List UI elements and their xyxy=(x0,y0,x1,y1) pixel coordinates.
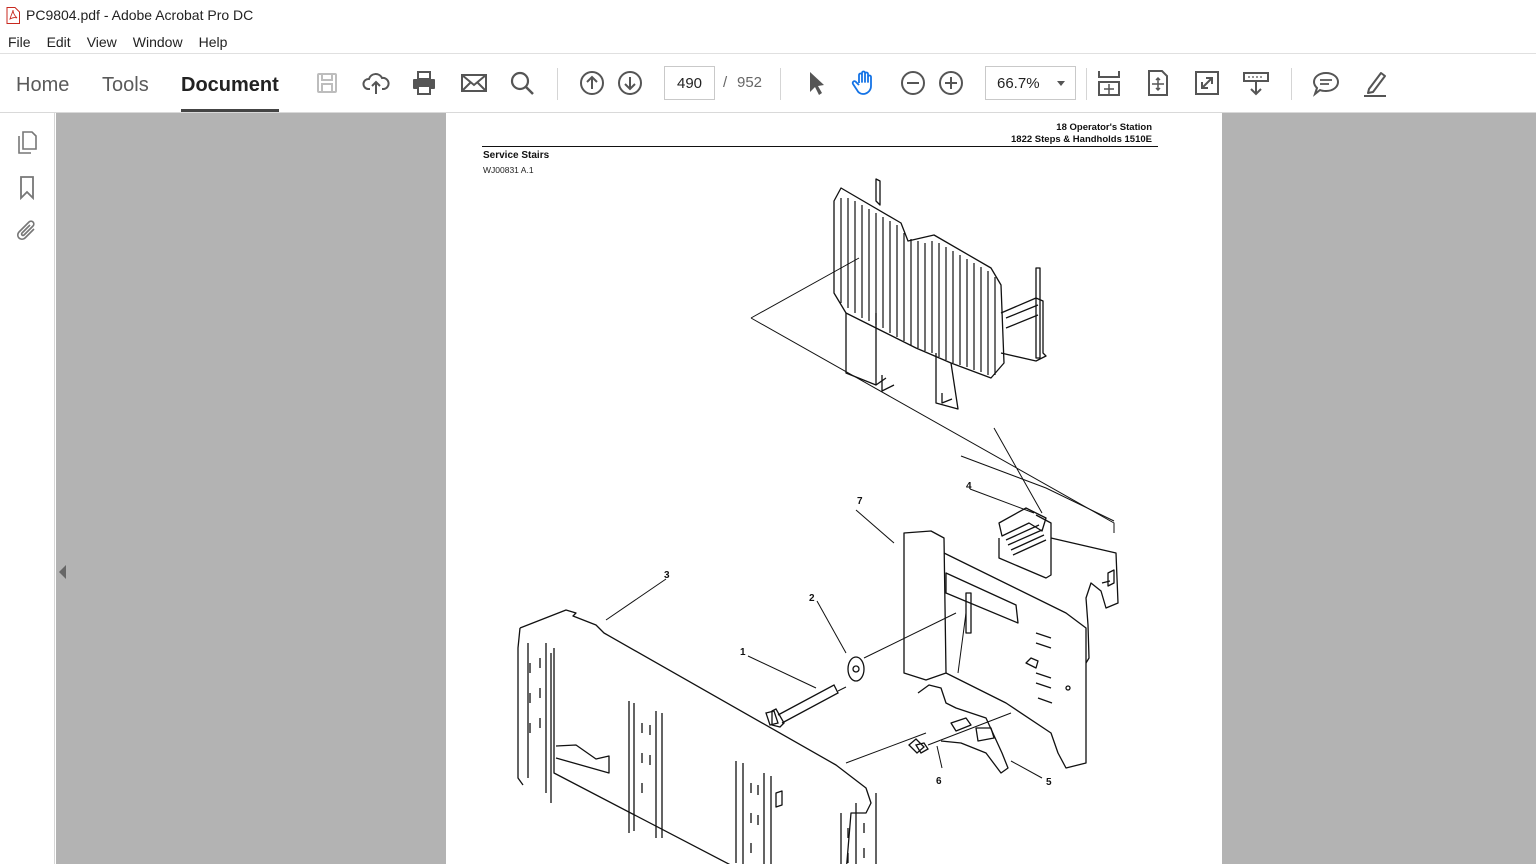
main-toolbar: Home Tools Document / 952 66.7% xyxy=(0,55,1536,113)
highlight-pen-icon[interactable] xyxy=(1359,67,1391,99)
fullscreen-icon[interactable] xyxy=(1191,67,1223,99)
tab-tools[interactable]: Tools xyxy=(102,71,149,111)
document-viewer[interactable]: 18 Operator's Station 1822 Steps & Handh… xyxy=(56,113,1536,864)
callout-3: 3 xyxy=(664,570,670,581)
pages-icon[interactable] xyxy=(12,127,42,157)
attachment-icon[interactable] xyxy=(12,215,42,245)
zoom-in-icon[interactable] xyxy=(935,67,967,99)
callout-4: 4 xyxy=(966,481,972,492)
menu-file[interactable]: File xyxy=(0,30,39,54)
collapse-panel-arrow-icon[interactable] xyxy=(59,565,66,579)
callout-1: 1 xyxy=(740,647,746,658)
lower-stair-frame xyxy=(517,609,877,864)
pdf-page: 18 Operator's Station 1822 Steps & Handh… xyxy=(446,113,1222,864)
mounting-plate xyxy=(903,530,1087,774)
zoom-dropdown[interactable]: 66.7% xyxy=(985,66,1076,100)
save-icon[interactable] xyxy=(311,67,343,99)
page-up-icon[interactable] xyxy=(576,67,608,99)
callout-2: 2 xyxy=(809,593,815,604)
menu-help[interactable]: Help xyxy=(191,30,236,54)
print-icon[interactable] xyxy=(408,67,440,99)
callout-5: 5 xyxy=(1046,777,1052,788)
callout-6: 6 xyxy=(936,776,942,787)
email-icon[interactable] xyxy=(458,67,490,99)
menu-bar: File Edit View Window Help xyxy=(0,30,1536,54)
upper-grating-platform xyxy=(833,178,1047,410)
cloud-upload-icon[interactable] xyxy=(360,67,392,99)
select-arrow-icon[interactable] xyxy=(800,67,832,99)
pdf-file-icon xyxy=(6,6,20,24)
menu-view[interactable]: View xyxy=(79,30,125,54)
read-mode-icon[interactable] xyxy=(1240,67,1272,99)
callout-7: 7 xyxy=(857,496,863,507)
menu-window[interactable]: Window xyxy=(125,30,191,54)
title-bar: PC9804.pdf - Adobe Acrobat Pro DC xyxy=(0,0,1536,30)
menu-edit[interactable]: Edit xyxy=(39,30,79,54)
comment-icon[interactable] xyxy=(1310,67,1342,99)
handrail-bracket xyxy=(998,507,1119,664)
tab-home[interactable]: Home xyxy=(16,71,69,111)
page-number-input[interactable] xyxy=(664,66,715,100)
scroll-mode-icon[interactable] xyxy=(1093,67,1125,99)
left-navigation-panel xyxy=(0,113,55,864)
page-total: 952 xyxy=(737,74,763,91)
hand-icon[interactable] xyxy=(848,67,880,99)
parts-exploded-diagram: 4 7 3 2 1 6 5 xyxy=(517,178,1119,864)
zoom-value: 66.7% xyxy=(997,74,1040,92)
fit-page-icon[interactable] xyxy=(1142,67,1174,99)
zoom-out-icon[interactable] xyxy=(897,67,929,99)
page-separator: / xyxy=(723,74,728,91)
search-icon[interactable] xyxy=(506,67,538,99)
page-down-icon[interactable] xyxy=(614,67,646,99)
window-title: PC9804.pdf - Adobe Acrobat Pro DC xyxy=(26,7,254,23)
tab-document[interactable]: Document xyxy=(181,71,279,112)
bookmark-icon[interactable] xyxy=(12,172,42,202)
chevron-down-icon xyxy=(1057,80,1065,86)
